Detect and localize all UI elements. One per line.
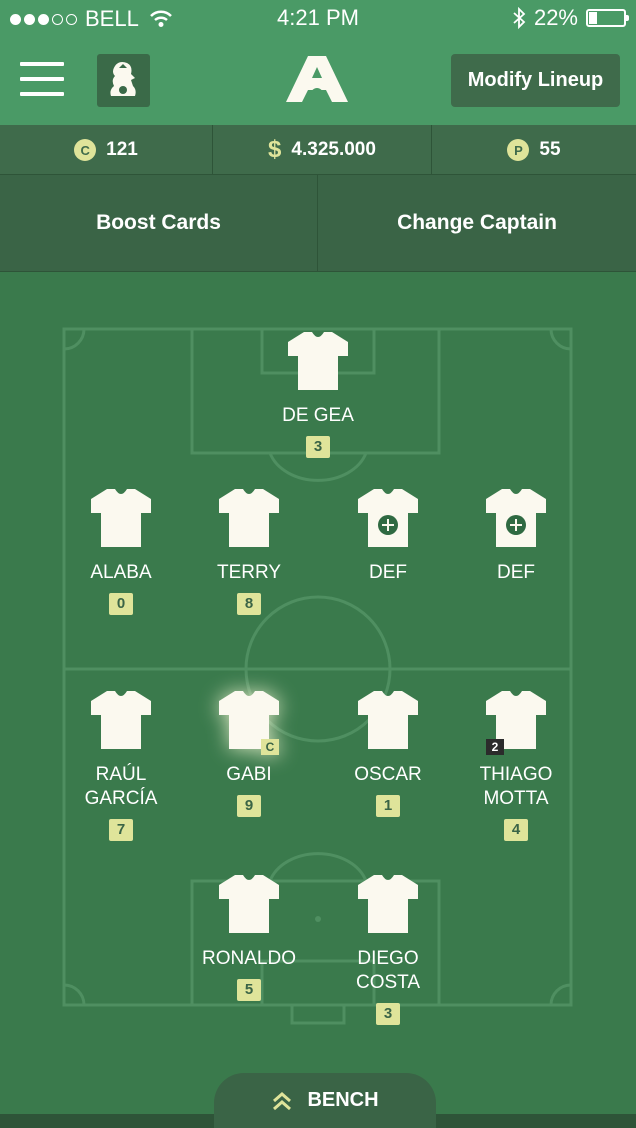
points-icon: P	[507, 139, 530, 161]
empty-defender-slot[interactable]: DEF	[441, 489, 591, 585]
add-player-jersey-icon[interactable]	[358, 489, 418, 547]
action-bar: Boost Cards Change Captain	[0, 175, 636, 272]
modify-lineup-button[interactable]: Modify Lineup	[451, 54, 620, 107]
player-score: 3	[376, 1003, 400, 1025]
player-score: 7	[109, 819, 133, 841]
player-score: 0	[109, 593, 133, 615]
player-defender[interactable]: TERRY 8	[174, 489, 324, 615]
money-value: 4.325.000	[291, 139, 376, 160]
player-name: DE GEA	[282, 405, 354, 426]
change-captain-button[interactable]: Change Captain	[317, 175, 636, 271]
player-count-badge: 2	[486, 739, 504, 755]
battery-fill	[589, 12, 597, 24]
player-name: RAÚL GARCÍA	[84, 764, 158, 809]
add-player-jersey-icon[interactable]	[486, 489, 546, 547]
player-score: 4	[504, 819, 528, 841]
player-forward[interactable]: DIEGO COSTA 3	[313, 875, 463, 1025]
pitch: DE GEA 3 ALABA 0 TERRY 8 DEF DEF RAÚL GA…	[0, 272, 636, 1128]
battery-icon	[586, 9, 629, 27]
status-bar: BELL 4:21 PM 22%	[0, 0, 636, 36]
boost-cards-button[interactable]: Boost Cards	[0, 175, 317, 271]
player-score: 9	[237, 795, 261, 817]
hamburger-menu-icon[interactable]	[20, 62, 64, 96]
coins-stat: C 121	[0, 125, 212, 175]
player-forward[interactable]: RONALDO 5	[174, 875, 324, 1001]
player-name: TERRY	[216, 562, 282, 583]
dollar-icon: $	[268, 136, 282, 163]
player-midfielder[interactable]: 2 THIAGO MOTTA 4	[441, 691, 591, 841]
jersey-icon[interactable]	[358, 875, 418, 933]
player-midfielder-captain[interactable]: C GABI 9	[174, 691, 324, 817]
stats-bar: C 121 $ 4.325.000 P 55	[0, 125, 636, 175]
points-value: 55	[539, 139, 561, 160]
player-score: 8	[237, 593, 261, 615]
app-logo-icon	[286, 56, 348, 102]
league-lion-logo-icon[interactable]	[97, 54, 150, 107]
player-score: 5	[237, 979, 261, 1001]
player-name: DIEGO COSTA	[355, 948, 421, 993]
jersey-icon[interactable]	[219, 489, 279, 547]
player-name: GABI	[226, 764, 272, 785]
player-score: 1	[376, 795, 400, 817]
slot-position-label: DEF	[497, 562, 535, 583]
bluetooth-icon	[513, 7, 526, 29]
money-stat: $ 4.325.000	[212, 125, 431, 175]
player-score: 3	[306, 436, 330, 458]
bench-label: BENCH	[307, 1089, 379, 1111]
coins-value: 121	[106, 139, 138, 160]
jersey-icon[interactable]	[288, 332, 348, 390]
player-goalkeeper[interactable]: DE GEA 3	[243, 332, 393, 458]
points-stat: P 55	[431, 125, 636, 175]
coin-icon: C	[74, 139, 97, 161]
jersey-icon[interactable]	[358, 691, 418, 749]
player-name: THIAGO MOTTA	[479, 764, 553, 809]
jersey-icon[interactable]	[219, 875, 279, 933]
double-chevron-up-icon	[273, 1091, 292, 1110]
captain-badge: C	[261, 739, 279, 755]
battery-percent: 22%	[533, 5, 578, 30]
player-name: RONALDO	[202, 948, 296, 969]
bench-toggle-button[interactable]: BENCH	[214, 1073, 436, 1128]
jersey-icon[interactable]	[91, 489, 151, 547]
app-header: BELL 4:21 PM 22% Modify Lineup	[0, 0, 636, 125]
jersey-icon[interactable]	[91, 691, 151, 749]
